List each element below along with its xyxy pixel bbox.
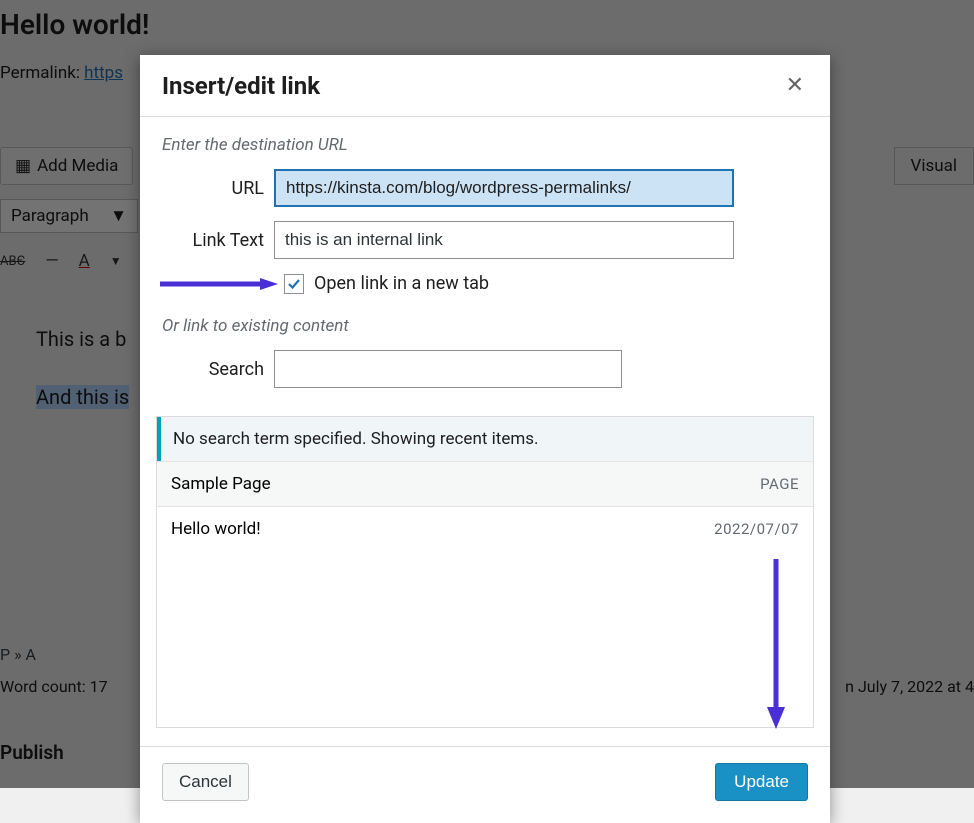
search-label: Search <box>162 359 274 380</box>
close-icon[interactable]: ✕ <box>782 69 808 102</box>
newtab-checkbox[interactable] <box>284 274 304 294</box>
modal-title: Insert/edit link <box>162 72 320 100</box>
url-label: URL <box>162 178 274 199</box>
annotation-arrow-icon <box>761 559 791 729</box>
cancel-button[interactable]: Cancel <box>162 763 249 801</box>
existing-content-hint: Or link to existing content <box>162 316 808 336</box>
checkmark-icon <box>287 277 301 291</box>
annotation-arrow-icon <box>160 277 278 291</box>
update-button[interactable]: Update <box>715 763 808 801</box>
modal-header: Insert/edit link ✕ <box>140 55 830 117</box>
linktext-label: Link Text <box>162 230 274 251</box>
results-message: No search term specified. Showing recent… <box>157 417 813 461</box>
insert-link-modal: Insert/edit link ✕ Enter the destination… <box>140 55 830 823</box>
result-meta: 2022/07/07 <box>714 520 799 538</box>
result-title: Sample Page <box>171 474 271 494</box>
result-title: Hello world! <box>171 519 261 539</box>
linktext-input[interactable] <box>274 221 734 259</box>
url-input[interactable] <box>274 169 734 207</box>
result-meta: PAGE <box>760 475 799 493</box>
results-empty-area <box>157 551 813 727</box>
newtab-label: Open link in a new tab <box>314 273 489 294</box>
destination-hint: Enter the destination URL <box>162 135 808 155</box>
search-input[interactable] <box>274 350 622 388</box>
modal-footer: Cancel Update <box>140 746 830 823</box>
result-row[interactable]: Hello world! 2022/07/07 <box>157 506 813 551</box>
result-row[interactable]: Sample Page PAGE <box>157 461 813 506</box>
search-results-panel: No search term specified. Showing recent… <box>156 416 814 728</box>
